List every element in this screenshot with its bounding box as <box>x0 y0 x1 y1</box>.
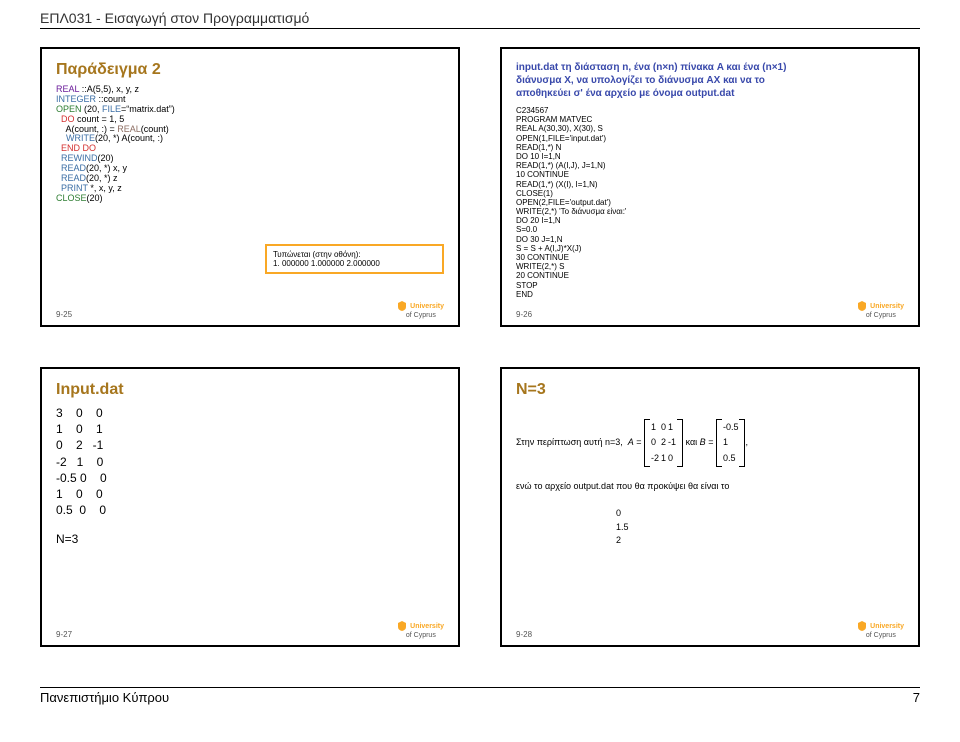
slide-25-num: 9-25 <box>56 310 72 319</box>
output-row: 1.5 <box>616 521 904 535</box>
n-equals-label: N=3 <box>56 532 444 546</box>
slide-25-output-box: Τυπώνεται (στην οθόνη): 1. 000000 1.0000… <box>265 244 444 274</box>
output-row: 2 <box>616 534 904 548</box>
list-item: 1 0 1 <box>56 421 444 437</box>
output-values: 1. 000000 1.000000 2.000000 <box>273 259 436 268</box>
input-dat-rows: 3 0 0 1 0 1 0 2 -1 -2 1 0 -0.5 0 0 1 0 0… <box>56 405 444 518</box>
slide-25: Παράδειγμα 2 REAL ::A(5,5), x, y, z INTE… <box>40 47 460 327</box>
list-item: 3 0 0 <box>56 405 444 421</box>
output-label: Τυπώνεται (στην οθόνη): <box>273 250 436 259</box>
list-item: 0 2 -1 <box>56 437 444 453</box>
footer-page-num: 7 <box>913 690 920 705</box>
slide-26-num: 9-26 <box>516 310 532 319</box>
shield-icon <box>856 300 868 312</box>
slide-27: Ιnput.dat 3 0 0 1 0 1 0 2 -1 -2 1 0 -0.5… <box>40 367 460 647</box>
list-item: -0.5 0 0 <box>56 470 444 486</box>
university-logo: University of Cyprus <box>396 620 444 639</box>
footer-left: Πανεπιστήμιο Κύπρου <box>40 690 169 705</box>
output-row: 0 <box>616 507 904 521</box>
slide-25-title: Παράδειγμα 2 <box>56 61 444 79</box>
slide-27-title: Ιnput.dat <box>56 381 444 399</box>
shield-icon <box>856 620 868 632</box>
list-item: 1 0 0 <box>56 486 444 502</box>
slide-26-code: C234567 PROGRAM MATVEC REAL A(30,30), X(… <box>516 106 904 299</box>
page-footer: Πανεπιστήμιο Κύπρου 7 <box>40 687 920 705</box>
list-item: -2 1 0 <box>56 454 444 470</box>
university-logo: University of Cyprus <box>396 300 444 319</box>
shield-icon <box>396 620 408 632</box>
university-logo: University of Cyprus <box>856 620 904 639</box>
slides-grid: Παράδειγμα 2 REAL ::A(5,5), x, y, z INTE… <box>40 47 920 647</box>
slide-28: Ν=3 Στην περίπτωση αυτή n=3, A = 101 02-… <box>500 367 920 647</box>
university-logo: University of Cyprus <box>856 300 904 319</box>
list-item: 0.5 0 0 <box>56 502 444 518</box>
matrix-equation: Στην περίπτωση αυτή n=3, A = 101 02-1 -2… <box>516 419 904 548</box>
shield-icon <box>396 300 408 312</box>
slide-26-title: input.dat τη διάσταση n, ένα (n×n) πίνακ… <box>516 61 904 100</box>
slide-28-title: Ν=3 <box>516 381 904 399</box>
slide-26: input.dat τη διάσταση n, ένα (n×n) πίνακ… <box>500 47 920 327</box>
slide-27-num: 9-27 <box>56 630 72 639</box>
page-header: ΕΠΛ031 - Εισαγωγή στον Προγραμματισμό <box>40 10 920 29</box>
slide-28-num: 9-28 <box>516 630 532 639</box>
slide-25-code: REAL ::A(5,5), x, y, z INTEGER ::count O… <box>56 85 273 204</box>
